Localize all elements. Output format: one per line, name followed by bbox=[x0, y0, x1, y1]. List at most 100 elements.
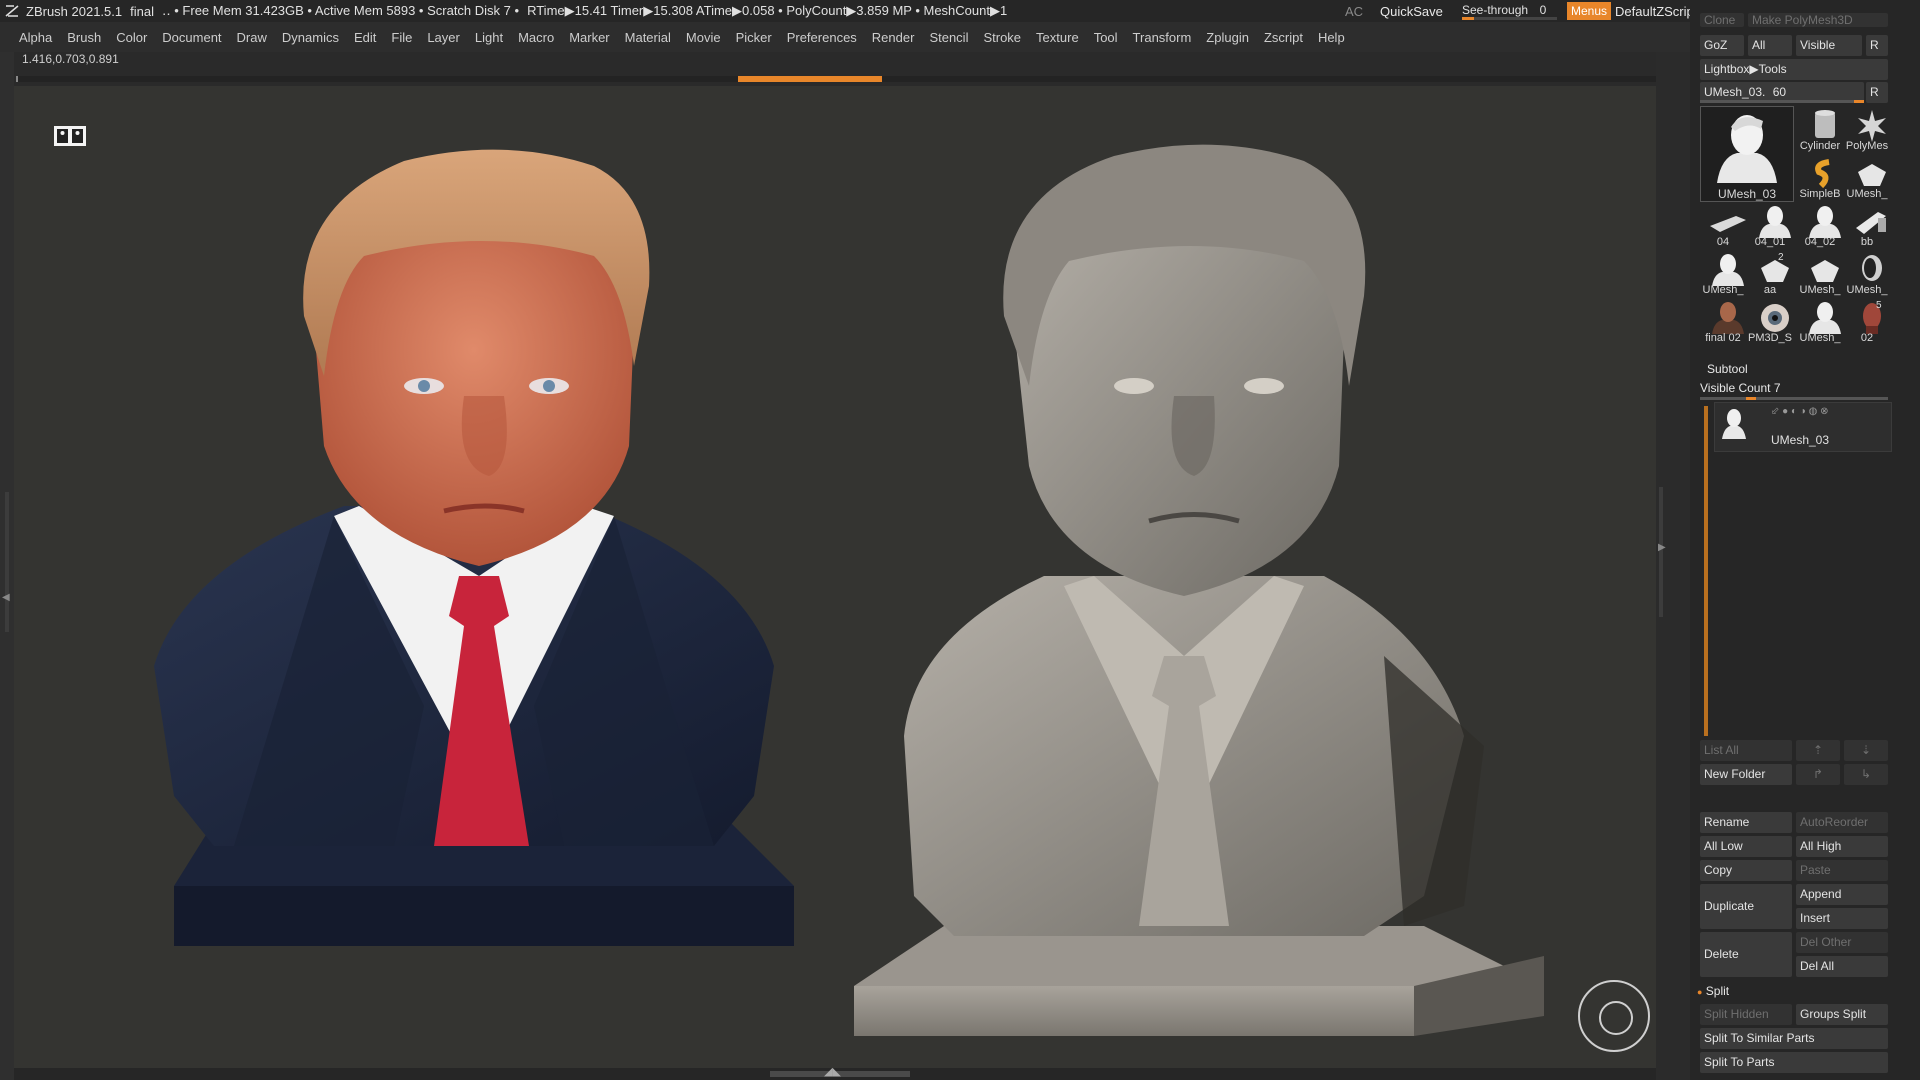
left-tray[interactable]: ◀ bbox=[0, 52, 14, 1080]
tool-thumb[interactable]: UMesh_ bbox=[1797, 250, 1843, 296]
menu-help[interactable]: Help bbox=[1318, 30, 1345, 45]
quicksave-button[interactable]: QuickSave bbox=[1380, 4, 1443, 19]
tool-thumb[interactable]: PolyMes bbox=[1844, 106, 1890, 152]
tool-thumb[interactable]: bb bbox=[1844, 202, 1890, 248]
insert-button[interactable]: Insert bbox=[1796, 908, 1888, 929]
split-to-parts-button[interactable]: Split To Parts bbox=[1700, 1052, 1888, 1073]
bottom-tray-arrow-icon[interactable]: ◢◣ bbox=[824, 1065, 841, 1078]
new-folder-button[interactable]: New Folder bbox=[1700, 764, 1792, 785]
menu-transform[interactable]: Transform bbox=[1133, 30, 1192, 45]
tool-thumb[interactable]: Cylinder bbox=[1797, 106, 1843, 152]
default-zscript-button[interactable]: DefaultZScript bbox=[1615, 4, 1697, 19]
menu-stroke[interactable]: Stroke bbox=[983, 30, 1021, 45]
paste-button[interactable]: Paste bbox=[1796, 860, 1888, 881]
menu-color[interactable]: Color bbox=[116, 30, 147, 45]
grey-sculpt-model[interactable] bbox=[844, 136, 1564, 1068]
strip-active-segment[interactable] bbox=[738, 76, 882, 82]
menu-zscript[interactable]: Zscript bbox=[1264, 30, 1303, 45]
menu-movie[interactable]: Movie bbox=[686, 30, 721, 45]
all-high-button[interactable]: All High bbox=[1796, 836, 1888, 857]
ac-toggle[interactable]: AC bbox=[1345, 4, 1363, 19]
menu-zplugin[interactable]: Zplugin bbox=[1206, 30, 1249, 45]
document-canvas[interactable] bbox=[14, 86, 1656, 1068]
menu-alpha[interactable]: Alpha bbox=[19, 30, 52, 45]
auto-reorder-button[interactable]: AutoReorder bbox=[1796, 812, 1888, 833]
menu-draw[interactable]: Draw bbox=[237, 30, 267, 45]
subtool-options-icon[interactable]: ⬃ ● ◐ ◑ ◍ ⊗ bbox=[1771, 406, 1829, 417]
tool-thumb[interactable]: UMesh_ bbox=[1700, 250, 1746, 296]
tool-thumb[interactable]: 04_02 bbox=[1797, 202, 1843, 248]
split-hidden-button[interactable]: Split Hidden bbox=[1700, 1004, 1792, 1025]
split-similar-parts-button[interactable]: Split To Similar Parts bbox=[1700, 1028, 1888, 1049]
del-all-button[interactable]: Del All bbox=[1796, 956, 1888, 977]
thumb-caption: final 02 bbox=[1705, 332, 1741, 344]
rename-button[interactable]: Rename bbox=[1700, 812, 1792, 833]
tool-thumb[interactable]: UMesh_ bbox=[1844, 250, 1890, 296]
make-polymesh3d-button[interactable]: Make PolyMesh3D bbox=[1748, 13, 1888, 27]
menus-toggle-button[interactable]: Menus bbox=[1567, 2, 1612, 20]
navigation-gizmo-inner[interactable] bbox=[1599, 1001, 1633, 1035]
menu-marker[interactable]: Marker bbox=[569, 30, 609, 45]
menu-texture[interactable]: Texture bbox=[1036, 30, 1079, 45]
menu-light[interactable]: Light bbox=[475, 30, 503, 45]
right-tray-arrow-icon[interactable]: ▶ bbox=[1658, 542, 1666, 553]
tool-thumb[interactable]: final 02 bbox=[1700, 298, 1746, 344]
menu-file[interactable]: File bbox=[391, 30, 412, 45]
goz-all-button[interactable]: All bbox=[1748, 35, 1792, 56]
visible-count-fill[interactable] bbox=[1746, 397, 1756, 400]
left-tray-handle[interactable] bbox=[5, 492, 9, 632]
menu-tool[interactable]: Tool bbox=[1094, 30, 1118, 45]
delete-button[interactable]: Delete bbox=[1700, 932, 1792, 977]
split-section-title[interactable]: ● Split bbox=[1697, 984, 1729, 998]
right-tray[interactable]: ▶ bbox=[1656, 52, 1690, 1080]
colored-bust-model[interactable] bbox=[154, 146, 804, 1068]
tool-thumb[interactable]: PM3D_S bbox=[1747, 298, 1793, 344]
goz-button[interactable]: GoZ bbox=[1700, 35, 1744, 56]
menu-layer[interactable]: Layer bbox=[427, 30, 460, 45]
duplicate-button[interactable]: Duplicate bbox=[1700, 884, 1792, 929]
left-tray-arrow-icon[interactable]: ◀ bbox=[2, 592, 10, 603]
see-through-slider[interactable]: See-through 0 bbox=[1462, 2, 1557, 20]
bottom-tray[interactable]: ◢◣ bbox=[14, 1065, 1656, 1080]
groups-split-button[interactable]: Groups Split bbox=[1796, 1004, 1888, 1025]
menu-dynamics[interactable]: Dynamics bbox=[282, 30, 339, 45]
menu-stencil[interactable]: Stencil bbox=[929, 30, 968, 45]
subtool-section-title[interactable]: Subtool bbox=[1707, 362, 1748, 376]
menu-brush[interactable]: Brush bbox=[67, 30, 101, 45]
tool-thumb[interactable]: UMesh_ bbox=[1844, 154, 1890, 200]
menu-macro[interactable]: Macro bbox=[518, 30, 554, 45]
menu-render[interactable]: Render bbox=[872, 30, 915, 45]
move-up-icon[interactable]: ⇡ bbox=[1796, 740, 1840, 761]
goz-r-button[interactable]: R bbox=[1866, 35, 1888, 56]
visible-count-track[interactable] bbox=[1700, 397, 1888, 400]
tool-thumb-umesh03[interactable]: UMesh_03 bbox=[1700, 106, 1794, 202]
floor-grid-icon[interactable] bbox=[54, 126, 86, 146]
clone-button[interactable]: Clone bbox=[1700, 13, 1744, 27]
tool-thumb[interactable]: UMesh_ bbox=[1797, 298, 1843, 344]
current-tool-r-button[interactable]: R bbox=[1866, 82, 1888, 103]
menu-picker[interactable]: Picker bbox=[736, 30, 772, 45]
tool-thumb[interactable]: SimpleB bbox=[1797, 154, 1843, 200]
tool-thumb[interactable]: 02 bbox=[1844, 298, 1890, 344]
folder-out-icon[interactable]: ↱ bbox=[1796, 764, 1840, 785]
tool-thumb[interactable]: 04 bbox=[1700, 202, 1746, 248]
del-other-button[interactable]: Del Other bbox=[1796, 932, 1888, 953]
navigation-gizmo[interactable] bbox=[1578, 980, 1650, 1052]
goz-visible-button[interactable]: Visible bbox=[1796, 35, 1862, 56]
folder-in-icon[interactable]: ↳ bbox=[1844, 764, 1888, 785]
thumb-caption: 04_02 bbox=[1804, 236, 1836, 248]
all-low-button[interactable]: All Low bbox=[1700, 836, 1792, 857]
list-all-button[interactable]: List All bbox=[1700, 740, 1792, 761]
append-button[interactable]: Append bbox=[1796, 884, 1888, 905]
copy-button[interactable]: Copy bbox=[1700, 860, 1792, 881]
subtool-list-scrollbar[interactable] bbox=[1704, 406, 1708, 736]
menu-preferences[interactable]: Preferences bbox=[787, 30, 857, 45]
menu-document[interactable]: Document bbox=[162, 30, 221, 45]
menu-edit[interactable]: Edit bbox=[354, 30, 376, 45]
lightbox-tools-button[interactable]: Lightbox▶Tools bbox=[1700, 59, 1888, 80]
menu-material[interactable]: Material bbox=[625, 30, 671, 45]
tool-thumb[interactable]: 04_01 bbox=[1747, 202, 1793, 248]
subtool-item[interactable]: ⬃ ● ◐ ◑ ◍ ⊗ UMesh_03 bbox=[1714, 402, 1892, 452]
tool-thumb[interactable]: aa bbox=[1747, 250, 1793, 296]
move-down-icon[interactable]: ⇣ bbox=[1844, 740, 1888, 761]
